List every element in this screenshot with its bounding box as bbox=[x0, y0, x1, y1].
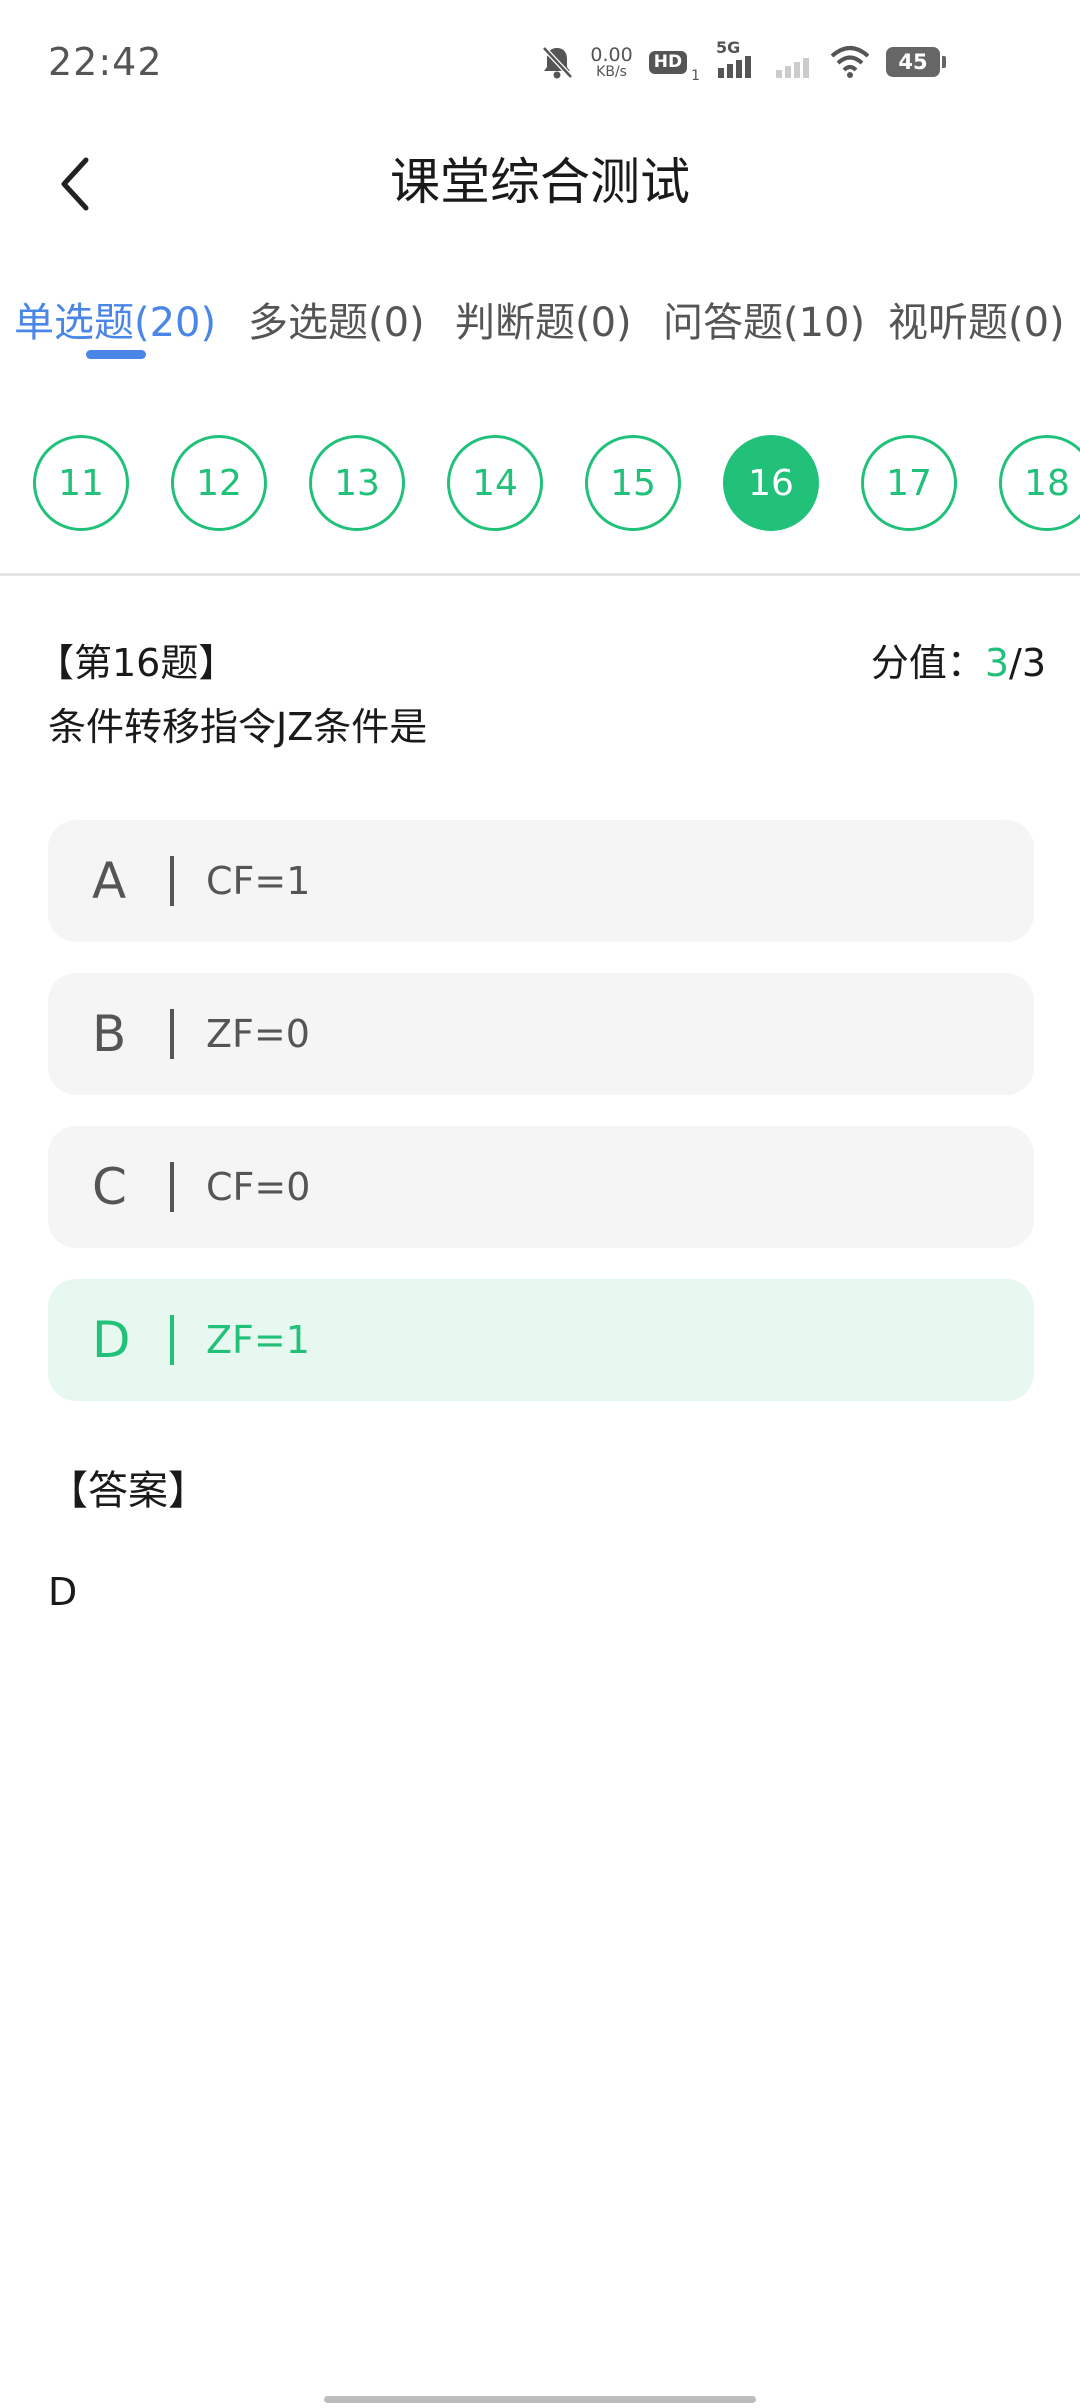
signal-icon: 5G bbox=[716, 38, 758, 80]
status-bar: 22:42 0.00 KB/s HD 1 5G 45 bbox=[0, 0, 1080, 130]
answer-value: D bbox=[48, 1570, 78, 1614]
mute-bell-icon bbox=[540, 44, 574, 80]
option-letter: A bbox=[92, 852, 127, 910]
option-c[interactable]: C CF=0 bbox=[48, 1126, 1034, 1248]
wifi-icon bbox=[830, 44, 870, 80]
option-text: ZF=1 bbox=[206, 1318, 310, 1362]
header: 课堂综合测试 bbox=[0, 130, 1080, 280]
question-type-tabs: 单选题(20) 多选题(0) 判断题(0) 问答题(10) 视听题(0) bbox=[0, 280, 1080, 380]
question-number-13[interactable]: 13 bbox=[309, 435, 405, 531]
option-letter: D bbox=[92, 1311, 131, 1369]
net-speed-value: 0.00 bbox=[590, 43, 633, 66]
option-b[interactable]: B ZF=0 bbox=[48, 973, 1034, 1095]
home-indicator[interactable] bbox=[324, 2396, 756, 2403]
question-number-12[interactable]: 12 bbox=[171, 435, 267, 531]
question-number-label: 【第16题】 bbox=[36, 641, 237, 685]
option-separator bbox=[170, 1009, 174, 1059]
option-letter: B bbox=[92, 1005, 127, 1063]
option-text: ZF=0 bbox=[206, 1012, 310, 1056]
divider bbox=[0, 573, 1080, 576]
option-separator bbox=[170, 856, 174, 906]
question-number-11[interactable]: 11 bbox=[33, 435, 129, 531]
question-number-strip: 11 12 13 14 15 16 17 18 bbox=[0, 435, 1080, 535]
score-total: /3 bbox=[1009, 641, 1046, 685]
tab-multiple-choice[interactable]: 多选题(0) bbox=[248, 290, 425, 348]
question-text: 条件转移指令JZ条件是 bbox=[48, 705, 428, 749]
status-time: 22:42 bbox=[48, 40, 163, 84]
option-separator bbox=[170, 1162, 174, 1212]
option-d[interactable]: D ZF=1 bbox=[48, 1279, 1034, 1401]
option-separator bbox=[170, 1315, 174, 1365]
question-number-18[interactable]: 18 bbox=[999, 435, 1080, 531]
option-a[interactable]: A CF=1 bbox=[48, 820, 1034, 942]
question-number-15[interactable]: 15 bbox=[585, 435, 681, 531]
option-text: CF=0 bbox=[206, 1165, 311, 1209]
tab-active-indicator bbox=[86, 350, 146, 359]
question-number-14[interactable]: 14 bbox=[447, 435, 543, 531]
network-type: 5G bbox=[716, 38, 741, 57]
signal-weak-icon bbox=[774, 44, 814, 80]
answer-label: 【答案】 bbox=[48, 1468, 208, 1514]
question-score: 分值：3/3 bbox=[871, 632, 1046, 687]
question-number-17[interactable]: 17 bbox=[861, 435, 957, 531]
question-number-16[interactable]: 16 bbox=[723, 435, 819, 531]
sim-index: 1 bbox=[691, 68, 700, 84]
score-label: 分值： bbox=[870, 641, 985, 685]
status-icons: 0.00 KB/s HD 1 5G 45 bbox=[540, 38, 946, 84]
net-speed-unit: KB/s bbox=[596, 63, 627, 80]
battery-icon: 45 bbox=[886, 47, 946, 77]
option-letter: C bbox=[92, 1158, 127, 1216]
net-speed: 0.00 KB/s bbox=[590, 43, 633, 80]
tab-short-answer[interactable]: 问答题(10) bbox=[663, 290, 865, 348]
tab-audio-visual[interactable]: 视听题(0) bbox=[888, 290, 1065, 348]
page-title: 课堂综合测试 bbox=[390, 153, 690, 211]
hd-badge: HD bbox=[648, 50, 688, 74]
score-value: 3 bbox=[984, 641, 1010, 685]
screen: 22:42 0.00 KB/s HD 1 5G 45 课堂综合测试 单选题(20… bbox=[0, 0, 1080, 2408]
tab-single-choice[interactable]: 单选题(20) bbox=[14, 290, 216, 348]
tab-true-false[interactable]: 判断题(0) bbox=[455, 290, 632, 348]
option-text: CF=1 bbox=[206, 859, 311, 903]
